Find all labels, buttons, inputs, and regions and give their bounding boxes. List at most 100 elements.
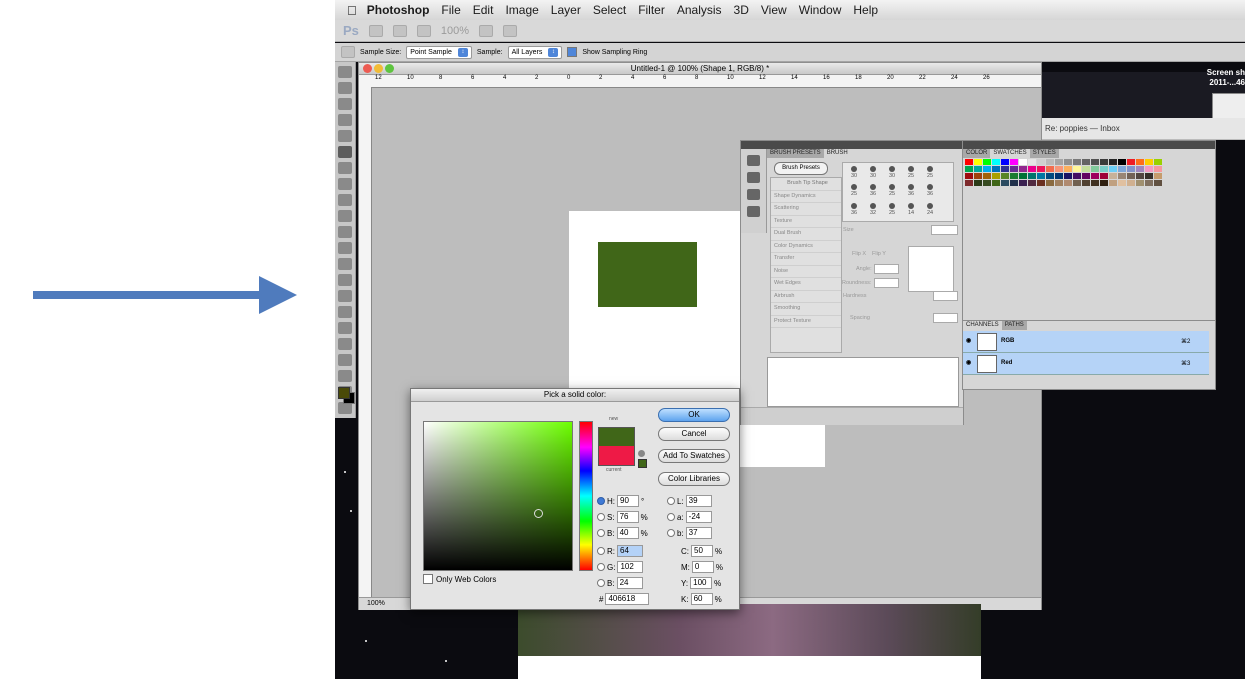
color-swatch[interactable]	[1145, 166, 1153, 172]
color-swatch[interactable]	[1055, 159, 1063, 165]
color-swatch[interactable]	[974, 173, 982, 179]
foreground-color-swatch[interactable]	[338, 387, 350, 399]
brush-tip[interactable]: 36	[845, 202, 863, 219]
3d-orbit-tool-icon[interactable]	[338, 370, 352, 382]
color-swatch[interactable]	[1091, 159, 1099, 165]
color-swatch[interactable]	[1037, 173, 1045, 179]
clone-source-icon[interactable]	[747, 189, 760, 200]
sample-select[interactable]: All Layers ↕	[507, 45, 563, 59]
menu-select[interactable]: Select	[593, 3, 626, 17]
lab-a-radio[interactable]	[667, 513, 675, 521]
color-field[interactable]	[423, 421, 573, 571]
magenta-input[interactable]: 0	[691, 561, 714, 573]
blur-tool-icon[interactable]	[338, 258, 352, 270]
brush-tip[interactable]: 25	[883, 183, 901, 200]
color-swatch[interactable]	[1019, 159, 1027, 165]
brush-settings-icon[interactable]	[747, 172, 760, 183]
vertical-ruler[interactable]	[359, 87, 372, 597]
tab-channels[interactable]: CHANNELS	[963, 321, 1002, 330]
crop-tool-icon[interactable]	[338, 130, 352, 142]
menu-window[interactable]: Window	[799, 3, 842, 17]
color-swatch[interactable]	[1109, 180, 1117, 186]
flip-y-label[interactable]: Flip Y	[872, 251, 886, 257]
color-swatch[interactable]	[1100, 159, 1108, 165]
color-swatch[interactable]	[992, 159, 1000, 165]
menu-help[interactable]: Help	[853, 3, 878, 17]
brush-tip[interactable]: 25	[902, 165, 920, 182]
color-swatch[interactable]	[1055, 180, 1063, 186]
menu-edit[interactable]: Edit	[473, 3, 494, 17]
color-swatch[interactable]	[965, 159, 973, 165]
menu-layer[interactable]: Layer	[551, 3, 581, 17]
color-swatch[interactable]	[1136, 166, 1144, 172]
color-swatch[interactable]	[1001, 173, 1009, 179]
brush-section-item[interactable]: Airbrush	[771, 291, 841, 303]
show-sampling-ring-checkbox[interactable]	[567, 47, 578, 57]
info-icon[interactable]	[747, 206, 760, 217]
color-swatch[interactable]	[1118, 166, 1126, 172]
marquee-tool-icon[interactable]	[338, 82, 352, 94]
color-swatch[interactable]	[1037, 180, 1045, 186]
color-swatch[interactable]	[965, 166, 973, 172]
panel-header[interactable]	[741, 141, 963, 149]
color-swatch[interactable]	[974, 159, 982, 165]
brush-tip[interactable]: 30	[845, 165, 863, 182]
eraser-tool-icon[interactable]	[338, 226, 352, 238]
apple-icon[interactable]: 	[347, 3, 357, 18]
color-swatch[interactable]	[1046, 166, 1054, 172]
tab-color[interactable]: COLOR	[963, 149, 990, 158]
tab-brush-presets[interactable]: BRUSH PRESETS	[767, 149, 824, 158]
color-swatch[interactable]	[1001, 180, 1009, 186]
zoom-level-select[interactable]: 100%	[441, 25, 469, 37]
color-swatch[interactable]	[1091, 180, 1099, 186]
brush-presets-button[interactable]: Brush Presets	[774, 162, 828, 175]
brush-presets-icon[interactable]	[747, 155, 760, 166]
color-swatch[interactable]	[1055, 166, 1063, 172]
zoom-window-icon[interactable]	[385, 64, 394, 73]
menu-analysis[interactable]: Analysis	[677, 3, 722, 17]
color-swatch[interactable]	[1001, 159, 1009, 165]
brightness-radio[interactable]	[597, 529, 605, 537]
color-swatch[interactable]	[1073, 180, 1081, 186]
color-swatch[interactable]	[1073, 159, 1081, 165]
clone-stamp-tool-icon[interactable]	[338, 194, 352, 206]
color-swatch[interactable]	[1037, 159, 1045, 165]
brush-section-item[interactable]: Scattering	[771, 203, 841, 216]
color-swatch[interactable]	[1109, 166, 1117, 172]
flip-x-label[interactable]: Flip X	[852, 251, 866, 257]
brush-tip[interactable]: 24	[921, 202, 939, 219]
paint-bucket-tool-icon[interactable]	[338, 242, 352, 254]
color-swatch[interactable]	[983, 159, 991, 165]
color-swatch[interactable]	[1019, 166, 1027, 172]
brush-section-item[interactable]: Color Dynamics	[771, 241, 841, 253]
hue-input[interactable]: 90	[617, 495, 639, 507]
channel-row-rgb[interactable]: ◉ RGB ⌘2	[963, 331, 1209, 353]
eyedropper-tool-icon[interactable]	[338, 146, 352, 158]
brush-section-item[interactable]: Protect Texture	[771, 316, 841, 328]
menu-3d[interactable]: 3D	[734, 3, 749, 17]
lab-l-input[interactable]: 39	[685, 495, 712, 507]
color-swatch[interactable]	[1010, 159, 1018, 165]
sample-size-select[interactable]: Point Sample ↕	[406, 45, 472, 59]
color-swatch[interactable]	[1064, 180, 1072, 186]
only-web-colors-checkbox[interactable]: Only Web Colors	[423, 574, 496, 584]
dodge-tool-icon[interactable]	[338, 274, 352, 286]
tab-swatches[interactable]: SWATCHES	[990, 149, 1030, 158]
color-swatch[interactable]	[983, 173, 991, 179]
brush-section-item[interactable]: Texture	[771, 216, 841, 228]
color-swatch[interactable]	[983, 166, 991, 172]
eye-icon[interactable]: ◉	[966, 359, 971, 366]
angle-field[interactable]	[874, 264, 899, 274]
color-swatch[interactable]	[1046, 159, 1054, 165]
color-swatch[interactable]	[992, 173, 1000, 179]
panel-header[interactable]	[963, 141, 1215, 149]
brush-section-item[interactable]: Brush Tip Shape	[771, 178, 841, 191]
color-selection-circle[interactable]	[534, 509, 543, 518]
blue-input[interactable]: 24	[616, 577, 643, 589]
brush-tip[interactable]: 14	[902, 202, 920, 219]
color-swatch[interactable]	[1145, 159, 1153, 165]
color-swatch[interactable]	[1136, 159, 1144, 165]
add-to-swatches-button[interactable]: Add To Swatches	[658, 449, 730, 463]
color-swatch[interactable]	[1073, 166, 1081, 172]
brush-tip[interactable]: 25	[921, 165, 939, 182]
